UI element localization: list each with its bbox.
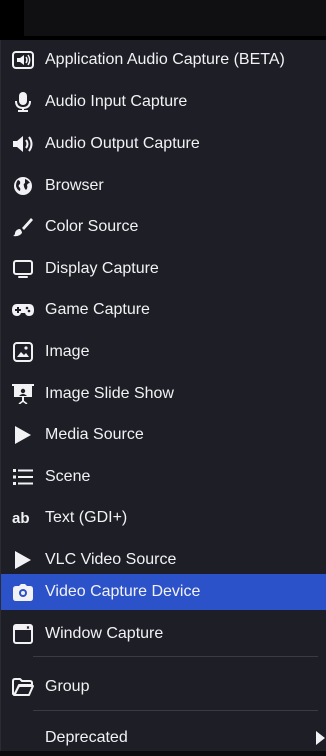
menu-item-vlc-video-source[interactable]: VLC Video Source bbox=[1, 542, 326, 578]
speaker-icon bbox=[11, 132, 35, 156]
menu-item-label: VLC Video Source bbox=[45, 551, 177, 568]
globe-icon bbox=[11, 174, 35, 198]
menu-item-label: Window Capture bbox=[45, 625, 164, 642]
menu-item-audio-output-capture[interactable]: Audio Output Capture bbox=[1, 126, 326, 162]
speaker-box-icon bbox=[11, 48, 35, 72]
paint-brush-icon bbox=[11, 215, 35, 239]
menu-item-label: Color Source bbox=[45, 218, 139, 235]
menu-item-image-slide-show[interactable]: Image Slide Show bbox=[1, 376, 326, 412]
menu-item-label: Text (GDI+) bbox=[45, 509, 128, 526]
menu-item-label: Display Capture bbox=[45, 260, 159, 277]
menu-item-application-audio-capture[interactable]: Application Audio Capture (BETA) bbox=[1, 42, 326, 78]
menu-item-label: Scene bbox=[45, 468, 91, 485]
menu-item-label: Video Capture Device bbox=[45, 583, 201, 600]
menu-separator bbox=[33, 656, 318, 657]
menu-item-scene[interactable]: Scene bbox=[1, 459, 326, 495]
svg-text:ab: ab bbox=[12, 510, 30, 526]
menu-item-label: Audio Input Capture bbox=[45, 93, 188, 110]
menu-item-label: Image bbox=[45, 343, 90, 360]
add-source-menu: Application Audio Capture (BETA) Audio I… bbox=[0, 40, 326, 751]
play-icon bbox=[11, 548, 35, 572]
play-icon bbox=[11, 423, 35, 447]
menu-item-label: Group bbox=[45, 678, 90, 695]
text-icon: ab bbox=[11, 506, 35, 530]
menu-item-audio-input-capture[interactable]: Audio Input Capture bbox=[1, 84, 326, 120]
menu-item-label: Deprecated bbox=[45, 729, 128, 746]
menu-item-media-source[interactable]: Media Source bbox=[1, 417, 326, 453]
menu-item-text-gdi[interactable]: ab Text (GDI+) bbox=[1, 500, 326, 536]
menu-item-label: Media Source bbox=[45, 426, 144, 443]
menu-item-group[interactable]: Group bbox=[1, 669, 326, 705]
menu-separator bbox=[33, 710, 318, 711]
menu-item-color-source[interactable]: Color Source bbox=[1, 209, 326, 245]
list-icon bbox=[11, 465, 35, 489]
image-icon bbox=[11, 340, 35, 364]
presentation-icon bbox=[11, 382, 35, 406]
menu-item-label: Application Audio Capture (BETA) bbox=[45, 51, 285, 68]
menu-item-label: Image Slide Show bbox=[45, 385, 174, 402]
menu-item-label: Audio Output Capture bbox=[45, 135, 200, 152]
top-bar bbox=[0, 0, 326, 40]
window-icon bbox=[11, 622, 35, 646]
menu-item-label: Game Capture bbox=[45, 301, 150, 318]
top-bar-panel bbox=[24, 0, 326, 36]
gamepad-icon bbox=[11, 298, 35, 322]
menu-item-browser[interactable]: Browser bbox=[1, 168, 326, 204]
menu-item-image[interactable]: Image bbox=[1, 334, 326, 370]
menu-item-label: Browser bbox=[45, 177, 104, 194]
menu-item-game-capture[interactable]: Game Capture bbox=[1, 292, 326, 328]
monitor-icon bbox=[11, 257, 35, 281]
menu-item-window-capture[interactable]: Window Capture bbox=[1, 616, 326, 652]
menu-item-video-capture-device[interactable]: Video Capture Device bbox=[1, 574, 326, 610]
menu-item-display-capture[interactable]: Display Capture bbox=[1, 251, 326, 287]
submenu-arrow-icon bbox=[316, 731, 325, 745]
camera-icon bbox=[11, 580, 35, 604]
folder-icon bbox=[11, 675, 35, 699]
blank-icon bbox=[11, 726, 35, 750]
microphone-icon bbox=[11, 90, 35, 114]
